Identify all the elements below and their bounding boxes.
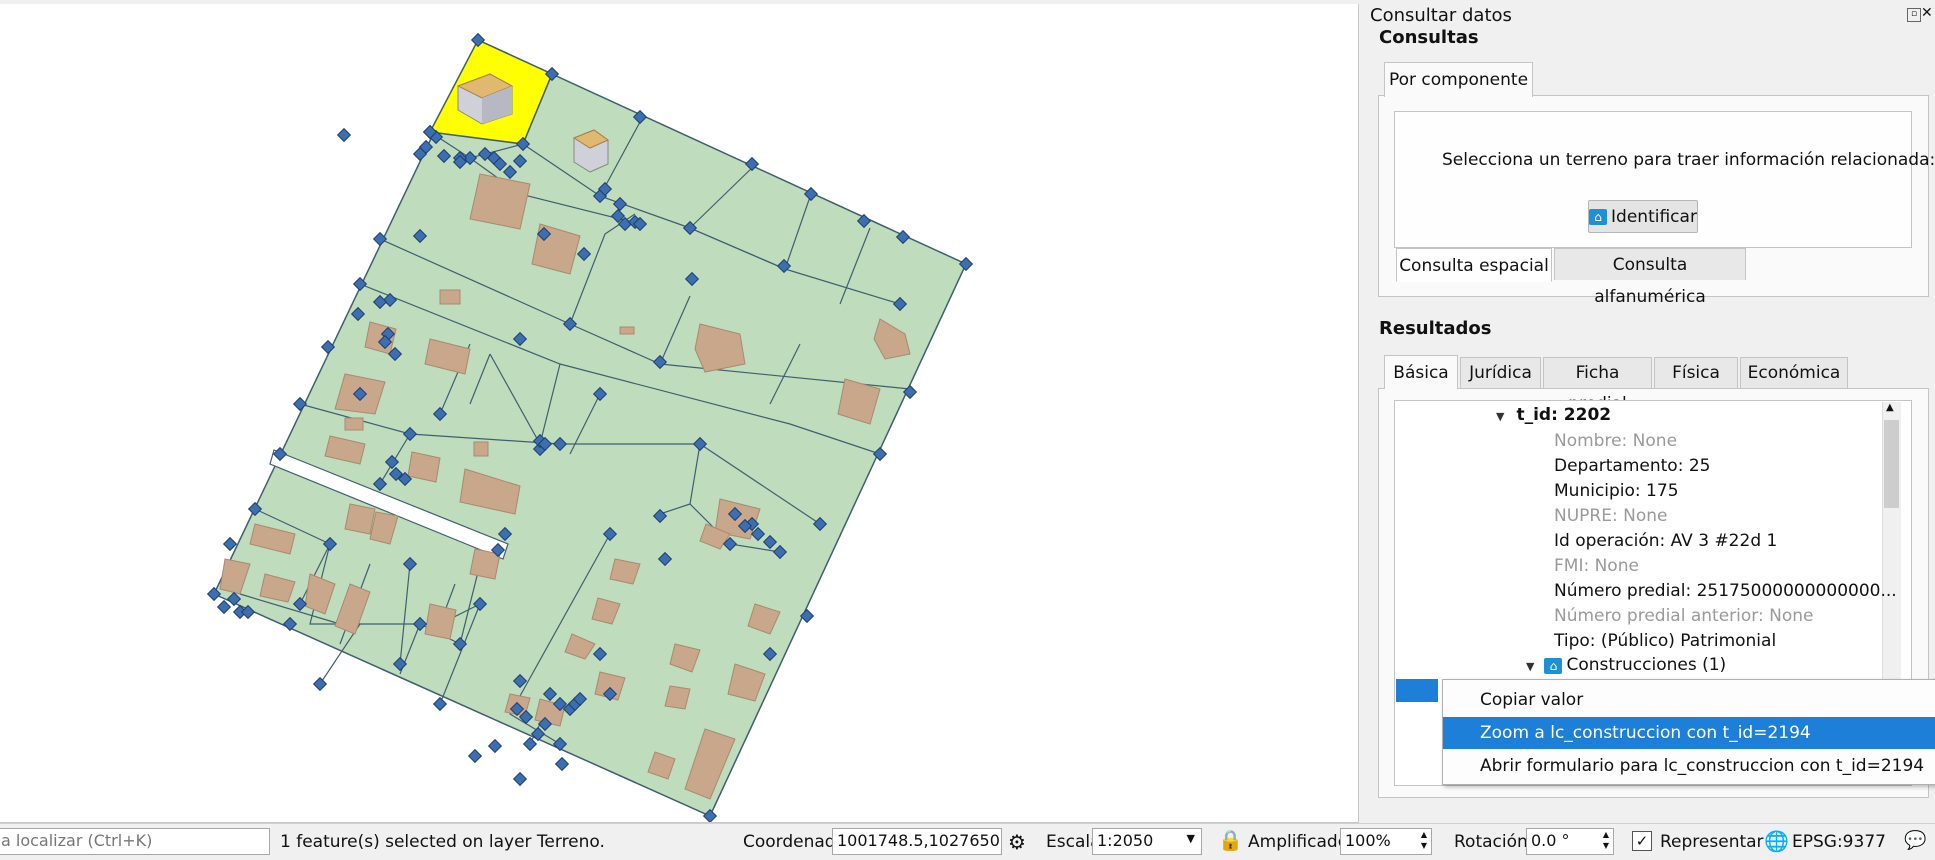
spin-arrows-icon[interactable]: ▲ ▼ (1421, 829, 1427, 851)
lock-icon[interactable]: 🔒 (1218, 828, 1243, 852)
parcel-vertex (432, 696, 448, 712)
identify-button[interactable]: ⌂ Identificar (1588, 200, 1698, 233)
tab-por-componente[interactable]: Por componente (1384, 62, 1533, 97)
results-heading: Resultados (1379, 318, 1492, 339)
coordinate-field[interactable]: 1001748.5,1027650.0 (832, 828, 1002, 855)
tree-attribute-row[interactable]: Nombre: None (1554, 431, 1677, 451)
tree-constructions-label: Construcciones (1) (1566, 655, 1727, 675)
coordinate-label: Coordenada (743, 832, 847, 852)
tree-attribute-row[interactable]: Municipio: 175 (1554, 481, 1679, 501)
tree-attribute-row[interactable]: FMI: None (1554, 556, 1639, 576)
rotation-label: Rotación (1454, 832, 1528, 852)
status-bar: a localizar (Ctrl+K) 1 feature(s) select… (0, 823, 1935, 860)
tree-attribute-row[interactable]: NUPRE: None (1554, 506, 1667, 526)
crs-label[interactable]: EPSG:9377 (1792, 832, 1886, 852)
parcel-vertex (336, 127, 352, 143)
render-label: Representar (1660, 832, 1764, 852)
identify-button-label: Identificar (1611, 206, 1697, 227)
tree-attribute-row[interactable]: Departamento: 25 (1554, 456, 1710, 476)
rotation-value: 0.0 ° (1531, 831, 1570, 850)
identify-icon: ⌂ (1544, 658, 1563, 674)
parcel-vertex (554, 756, 570, 772)
identify-icon: ⌂ (1589, 208, 1608, 225)
expand-arrow-icon[interactable]: ▼ (1496, 410, 1504, 423)
rotation-spinbox[interactable]: 0.0 ° ▲ ▼ (1526, 828, 1614, 855)
scale-combo[interactable]: 1:2050 ▼ (1092, 828, 1202, 855)
parcel-vertex (512, 771, 528, 787)
tree-attribute-row[interactable]: Tipo: (Público) Patrimonial (1554, 631, 1776, 651)
select-prompt: Selecciona un terreno para traer informa… (1442, 150, 1935, 170)
consultas-heading: Consultas (1379, 27, 1479, 48)
status-message: 1 feature(s) selected on layer Terreno. (280, 832, 605, 852)
context-menu-item[interactable]: Abrir formulario para lc_construccion co… (1443, 750, 1935, 782)
tree-constructions-item[interactable]: ▼ ⌂ Construcciones (1) (1526, 655, 1726, 675)
tree-attribute-row[interactable]: Número predial anterior: None (1554, 606, 1813, 626)
tab-result-1[interactable]: Jurídica (1460, 357, 1541, 388)
tree-attribute-row[interactable]: Número predial: 25175000000000000... (1554, 581, 1897, 601)
tab-result-2[interactable]: Ficha predial (1543, 357, 1652, 414)
tab-result-0[interactable]: Básica (1384, 355, 1458, 389)
magnifier-value: 100% (1345, 831, 1391, 850)
parcel-vertex (222, 536, 238, 552)
context-menu-item[interactable]: Copiar valor (1443, 684, 1935, 716)
parcel-vertex (522, 736, 538, 752)
chevron-down-icon[interactable]: ▼ (1187, 832, 1195, 845)
context-menu-item[interactable]: Zoom a lc_construccion con t_id=2194 (1443, 717, 1935, 749)
locator-search-input[interactable]: a localizar (Ctrl+K) (0, 828, 270, 855)
scroll-up-arrow[interactable]: ▲ (1886, 402, 1894, 413)
tree-root-label: t_id: 2202 (1516, 405, 1612, 425)
tab-consulta-espacial[interactable]: Consulta espacial (1396, 248, 1552, 282)
dock-close-button[interactable]: ✕ (1921, 6, 1933, 20)
scale-value: 1:2050 (1097, 831, 1154, 850)
tab-consulta-alfanumerica[interactable]: Consulta alfanumérica (1554, 248, 1746, 307)
parcel-vertex (312, 676, 328, 692)
building-3d-icon (572, 129, 610, 173)
map-drawing[interactable] (0, 4, 1358, 822)
coordinate-toggle-icon[interactable]: ⚙ (1008, 830, 1026, 854)
checkbox-checked-icon[interactable]: ✓ (1632, 831, 1652, 851)
parcel-vertex (467, 748, 483, 764)
parcel-vertex (487, 738, 503, 754)
tab-result-3[interactable]: Física (1654, 357, 1738, 388)
tab-result-4[interactable]: Económica (1740, 357, 1848, 388)
context-menu: Copiar valor Zoom a lc_construccion con t… (1442, 679, 1935, 785)
globe-icon[interactable]: 🌐 (1764, 829, 1789, 853)
dock-float-button[interactable]: ▫ (1907, 8, 1921, 22)
tree-attribute-row[interactable]: Id operación: AV 3 #22d 1 (1554, 531, 1777, 551)
expand-arrow-icon[interactable]: ▼ (1526, 660, 1534, 673)
parcel-vertex (216, 599, 232, 615)
messages-icon[interactable]: 💬 (1904, 830, 1926, 851)
tree-root-item[interactable]: ▼ t_id: 2202 (1496, 405, 1611, 425)
magnifier-spinbox[interactable]: 100% ▲ ▼ (1340, 828, 1432, 855)
spin-arrows-icon[interactable]: ▲ ▼ (1603, 829, 1609, 851)
map-canvas[interactable] (0, 4, 1359, 823)
dock-title: Consultar datos (1370, 5, 1512, 26)
tree-selected-row[interactable] (1396, 679, 1438, 702)
scrollbar-thumb[interactable] (1884, 420, 1899, 508)
